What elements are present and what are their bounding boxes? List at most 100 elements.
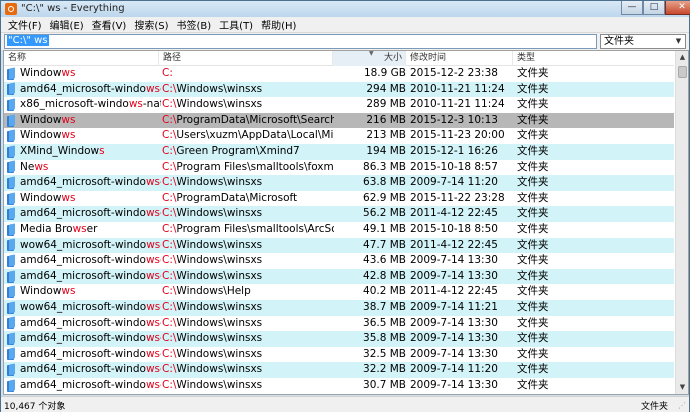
name-rest: -s.i... <box>160 378 161 394</box>
minimize-button[interactable]: — <box>621 1 643 15</box>
size-cell: 86.3 MB <box>363 160 406 173</box>
scroll-up-icon[interactable]: ▲ <box>676 51 688 64</box>
resize-grip-icon[interactable]: ⋰ <box>678 401 687 410</box>
type-cell: 文件夹 <box>517 129 549 142</box>
size-cell: 213 MB <box>366 129 406 142</box>
table-row[interactable]: Media Bro ws er C:\Program Files\smalltools… <box>4 222 674 238</box>
table-row[interactable]: Window ws C:\ProgramData\Microsoft 62.9 MB 2… <box>4 191 674 207</box>
path-match: C:\ <box>162 378 177 391</box>
name-text: wow64_microsoft-windo <box>20 238 147 251</box>
path-match: C:\ <box>162 113 177 126</box>
path-match: C:\ <box>162 300 177 313</box>
type-cell: 文件夹 <box>517 347 549 360</box>
path-cell: C:\ProgramData\Microsoft <box>162 191 334 207</box>
scroll-down-icon[interactable]: ▼ <box>676 381 688 394</box>
column-size-label: 大小 <box>383 53 402 63</box>
scrollbar-thumb[interactable] <box>678 66 687 78</box>
name-match: ws <box>146 238 161 251</box>
status-filter: 文件夹 <box>641 402 669 412</box>
size-cell: 47.7 MB <box>363 238 406 251</box>
column-path[interactable]: 路径 <box>159 51 333 66</box>
close-button[interactable]: ✕ <box>665 1 690 15</box>
results-list[interactable]: 名称 路径 ▼ 大小 修改时间 类型 Window ws C: 18.9 GB 2015-… <box>3 50 689 395</box>
path-text: Windows\winsxs <box>176 82 263 95</box>
date-cell: 2011-4-12 22:45 <box>410 207 498 220</box>
table-row[interactable]: WindowwsC:\ProgramData\Microsoft\Search\… <box>4 112 674 129</box>
table-row[interactable]: amd64_microsoft-windows-i.e...C:\Windows… <box>4 175 674 191</box>
folder-icon <box>6 286 16 299</box>
menu-search[interactable]: 搜索(S) <box>130 17 172 32</box>
menu-edit[interactable]: 编辑(E) <box>46 17 88 32</box>
path-match: C:\ <box>162 285 177 298</box>
size-cell: 63.8 MB <box>363 176 406 189</box>
filter-dropdown[interactable]: 文件夹 ▼ <box>600 34 686 49</box>
title-bar[interactable]: "C:\" ws - Everything — □ ✕ <box>1 1 690 17</box>
name-cell: wow64_microsoft-windows-m... <box>6 300 161 316</box>
path-match: C:\ <box>162 363 177 376</box>
path-text: Program Files\smalltools\ArcSoft Pa... <box>176 222 334 235</box>
column-date[interactable]: 修改时间 <box>406 51 513 66</box>
table-row[interactable]: amd64_microsoft-windows-s...C:\Windows\w… <box>4 316 674 332</box>
table-row[interactable]: amd64_microsoft-windows-na...C:\Windows\… <box>4 81 674 98</box>
filter-value: 文件夹 <box>604 36 634 47</box>
path-match: C:\ <box>162 269 177 282</box>
folder-icon <box>6 333 16 345</box>
name-text: amd64_microsoft-windo <box>20 316 146 329</box>
table-row[interactable]: Window ws C: 18.9 GB 2015-12-2 23:38 文件夹 <box>4 66 674 82</box>
table-row[interactable]: XMind_Window s C:\Green Program\Xmind7 194 … <box>4 143 674 160</box>
rows-container: Window ws C: 18.9 GB 2015-12-2 23:38 文件夹 amd64… <box>4 66 674 393</box>
vertical-scrollbar[interactable]: ▲ ▼ <box>675 51 688 394</box>
path-text: Windows\winsxs <box>176 98 263 111</box>
menu-bookmarks[interactable]: 书签(B) <box>173 17 216 32</box>
column-type[interactable]: 类型 <box>513 51 674 66</box>
table-row[interactable]: amd64_microsoft-windows-o.i...C:\Windows… <box>4 331 674 347</box>
path-cell: C:\ProgramData\Microsoft\Search\Dat... <box>162 113 334 129</box>
search-input[interactable]: "C:\" ws <box>4 34 597 49</box>
table-row[interactable]: amd64_microsoft-windows-wi...C:\Windows\… <box>4 268 674 285</box>
menu-tools[interactable]: 工具(T) <box>215 17 257 32</box>
table-row[interactable]: wow64_microsoft-windows-m...C:\Windows\w… <box>4 299 674 316</box>
path-text: Windows\winsxs <box>176 269 263 282</box>
column-name[interactable]: 名称 <box>4 51 159 66</box>
folder-icon <box>6 130 16 143</box>
name-match: ws <box>128 98 143 111</box>
table-row[interactable]: amd64_microsoft-windows-wi...C:\Windows\… <box>4 253 674 269</box>
table-row[interactable]: wow64_microsoft-windows-m...C:\Windows\w… <box>4 237 674 254</box>
table-row[interactable]: amd64_microsoft-windows-fo...C:\Windows\… <box>4 362 674 378</box>
date-cell: 2009-7-14 13:30 <box>410 332 498 345</box>
table-row[interactable]: x86_microsoft-windows-natur...C:\Windows… <box>4 97 674 113</box>
type-cell: 文件夹 <box>517 82 549 95</box>
table-row[interactable]: NewsC:\Program Files\smalltools\foxmail\… <box>4 160 674 176</box>
menu-help[interactable]: 帮助(H) <box>257 17 300 32</box>
column-size[interactable]: ▼ 大小 <box>333 51 406 66</box>
path-text: Windows\winsxs <box>176 347 263 360</box>
date-cell: 2015-12-2 23:38 <box>410 67 498 79</box>
maximize-button[interactable]: □ <box>643 1 665 15</box>
table-row[interactable]: amd64_microsoft-windows-s.c...C:\Windows… <box>4 206 674 222</box>
name-match: ws <box>145 176 160 189</box>
date-cell: 2015-12-3 10:13 <box>410 113 498 126</box>
path-text: Windows\winsxs <box>176 176 263 189</box>
name-match: ws <box>145 269 160 282</box>
menu-file[interactable]: 文件(F) <box>4 17 46 32</box>
name-text: Window <box>20 113 62 126</box>
size-cell: 30.7 MB <box>363 378 406 391</box>
table-row[interactable]: amd64_microsoft-windows-s...C:\Windows\w… <box>4 347 674 363</box>
type-cell: 文件夹 <box>517 67 549 79</box>
path-text: Windows\winsxs <box>176 378 263 391</box>
name-text: Window <box>20 129 62 142</box>
path-cell: C:\Windows\winsxs <box>162 362 334 378</box>
everything-app-icon[interactable] <box>5 3 17 15</box>
size-cell: 35.8 MB <box>363 332 406 345</box>
path-match: C:\ <box>162 176 177 189</box>
path-cell: C:\Windows\winsxs <box>162 331 334 347</box>
path-cell: C:\Program Files\smalltools\foxmail\Gl..… <box>162 160 334 176</box>
type-cell: 文件夹 <box>517 316 549 329</box>
path-cell: C:\Windows\winsxs <box>162 300 334 316</box>
chevron-down-icon[interactable]: ▼ <box>673 36 684 47</box>
table-row[interactable]: amd64_microsoft-windows-s.i...C:\Windows… <box>4 378 674 394</box>
table-row[interactable]: WindowwsC:\Users\xuzm\AppData\Local\Micr… <box>4 128 674 144</box>
name-cell: wow64_microsoft-windows-m... <box>6 238 161 254</box>
table-row[interactable]: Window ws C:\Windows\Help 40.2 MB 2011-4-12 … <box>4 284 674 300</box>
menu-view[interactable]: 查看(V) <box>88 17 131 32</box>
